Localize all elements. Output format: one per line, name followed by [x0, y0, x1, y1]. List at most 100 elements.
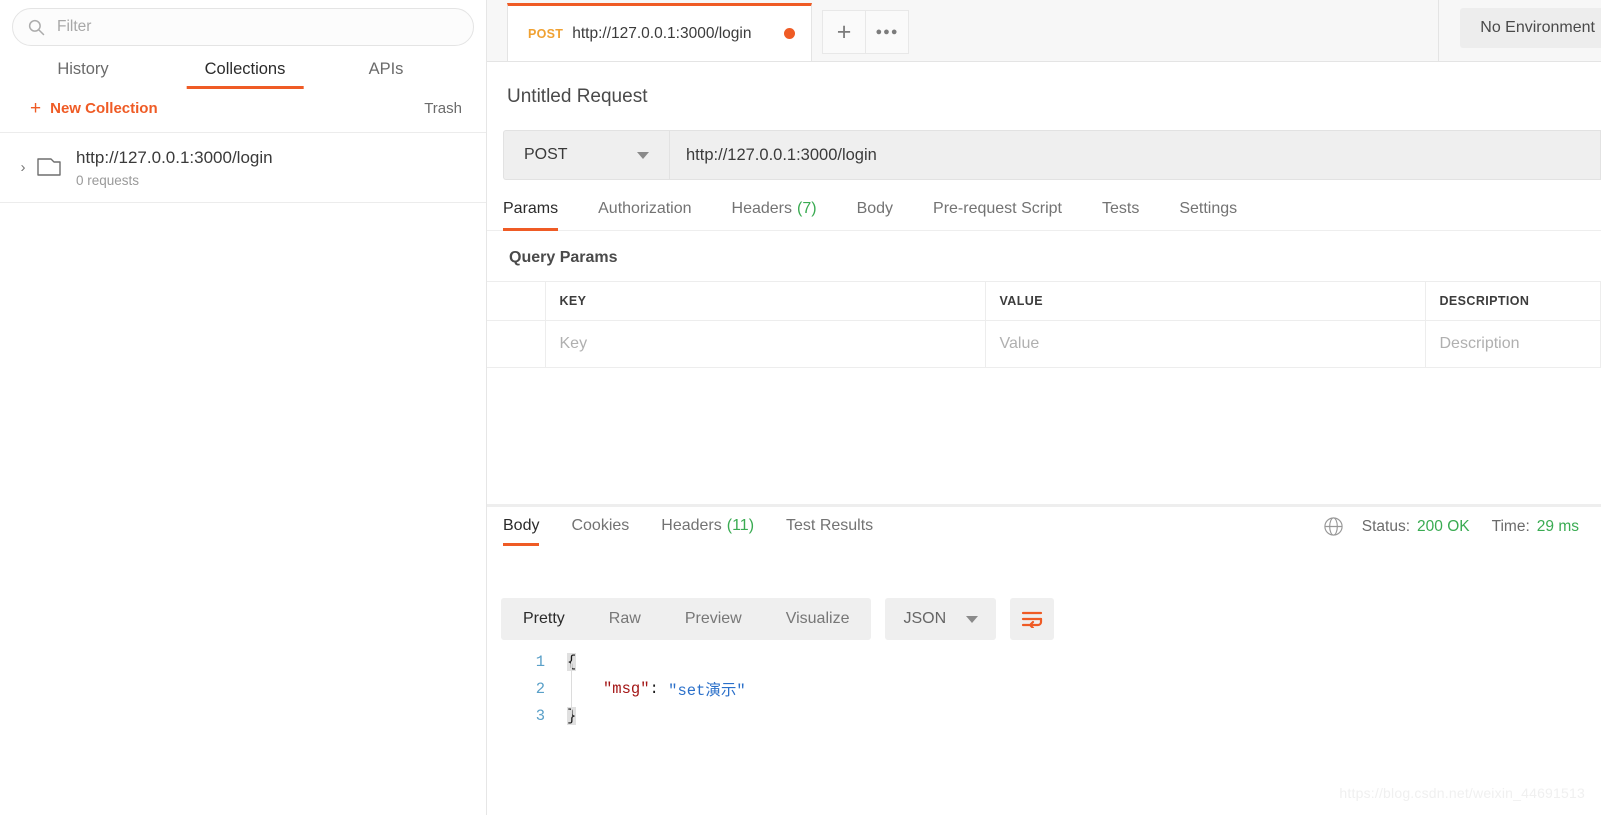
- line-number: 2: [535, 679, 545, 698]
- folder-icon: [37, 158, 61, 177]
- collection-request-count: 0 requests: [76, 172, 140, 188]
- response-format-value: JSON: [903, 610, 947, 627]
- watermark: https://blog.csdn.net/weixin_44691513: [1339, 785, 1585, 801]
- response-tab-test-results[interactable]: Test Results: [786, 517, 873, 546]
- tab-body[interactable]: Body: [857, 200, 893, 230]
- response-divider[interactable]: [487, 504, 1601, 507]
- query-params-table: KEY VALUE DESCRIPTION Key Value Descript…: [487, 281, 1601, 368]
- response-tabs: Body Cookies Headers (11) Test Results: [487, 517, 905, 546]
- response-format-select[interactable]: JSON: [885, 598, 997, 640]
- main-panel: POST http://127.0.0.1:3000/login + ●●● N…: [487, 0, 1601, 815]
- response-tab-body-label: Body: [503, 517, 540, 534]
- time-value: 29 ms: [1536, 517, 1579, 535]
- sidebar-tab-collections[interactable]: Collections: [164, 60, 326, 89]
- unsaved-changes-dot: [784, 28, 795, 39]
- request-section-tabs: Params Authorization Headers (7) Body Pre…: [487, 200, 1601, 231]
- table-header-value: VALUE: [985, 281, 1426, 321]
- tab-pre-request-script[interactable]: Pre-request Script: [933, 200, 1062, 230]
- tab-settings[interactable]: Settings: [1179, 200, 1237, 230]
- tab-pre-request-script-label: Pre-request Script: [933, 200, 1062, 217]
- search-icon: [28, 19, 45, 36]
- new-tab-button[interactable]: +: [822, 10, 866, 54]
- trash-button[interactable]: Trash: [424, 100, 462, 117]
- postman-app: History Collections APIs + New Collectio…: [0, 0, 1601, 815]
- word-wrap-icon: [1022, 611, 1043, 628]
- collection-text: http://127.0.0.1:3000/login 0 requests: [76, 147, 273, 188]
- tab-settings-label: Settings: [1179, 200, 1238, 217]
- response-tab-cookies[interactable]: Cookies: [571, 517, 629, 546]
- line-number: 3: [535, 706, 545, 725]
- globe-icon[interactable]: [1323, 516, 1344, 537]
- request-title: Untitled Request: [507, 86, 648, 107]
- view-mode-raw[interactable]: Raw: [587, 598, 663, 640]
- sidebar-tabs: History Collections APIs: [0, 60, 486, 89]
- query-params-body: Key Value Description: [487, 320, 1601, 368]
- tab-tests[interactable]: Tests: [1102, 200, 1139, 230]
- time-label: Time:: [1491, 517, 1530, 535]
- plus-icon: +: [30, 98, 42, 119]
- sidebar-tab-apis-label: APIs: [368, 60, 404, 78]
- tab-params[interactable]: Params: [503, 200, 559, 231]
- line-number: 1: [535, 652, 545, 671]
- response-meta: Status: 200 OK Time: 29 ms: [1323, 516, 1601, 537]
- ellipsis-icon: ●●●: [875, 26, 899, 38]
- response-body-toolbar: Pretty Raw Preview Visualize JSON: [487, 598, 1055, 640]
- row-value-cell[interactable]: Value: [985, 320, 1426, 368]
- row-description-cell[interactable]: Description: [1425, 320, 1601, 368]
- response-body-code[interactable]: 1 { 2 "msg" : "set演示" 3 }: [487, 648, 1601, 729]
- table-header-description: DESCRIPTION: [1425, 281, 1601, 321]
- tab-authorization-label: Authorization: [598, 200, 692, 217]
- tab-options-button[interactable]: ●●●: [865, 10, 909, 54]
- request-tab-url: http://127.0.0.1:3000/login: [572, 24, 752, 42]
- tab-headers-label: Headers: [731, 200, 792, 217]
- code-token-colon: :: [649, 679, 659, 698]
- environment-selector[interactable]: No Environment: [1460, 8, 1601, 48]
- response-tab-body[interactable]: Body: [503, 517, 540, 546]
- response-tab-headers-label: Headers: [661, 517, 722, 534]
- view-mode-preview-label: Preview: [684, 610, 742, 627]
- method-select[interactable]: POST: [503, 130, 669, 180]
- url-input[interactable]: [686, 145, 1584, 165]
- tab-headers[interactable]: Headers (7): [732, 200, 817, 230]
- sidebar-tab-apis[interactable]: APIs: [326, 60, 446, 89]
- row-checkbox-cell[interactable]: [487, 320, 546, 368]
- view-mode-raw-label: Raw: [608, 610, 641, 627]
- plus-icon: +: [836, 17, 852, 46]
- sidebar-tab-history[interactable]: History: [2, 60, 164, 89]
- response-tab-headers[interactable]: Headers (11): [661, 517, 754, 546]
- request-tab-bar: POST http://127.0.0.1:3000/login + ●●● N…: [487, 0, 1601, 62]
- tab-params-label: Params: [503, 200, 559, 217]
- new-collection-label: New Collection: [50, 100, 158, 117]
- tab-authorization[interactable]: Authorization: [598, 200, 691, 230]
- chevron-right-icon[interactable]: ›: [10, 159, 36, 176]
- code-line: 3 }: [505, 702, 1601, 729]
- response-tab-headers-count: (11): [726, 517, 755, 534]
- new-collection-button[interactable]: + New Collection: [30, 99, 158, 118]
- view-mode-pretty[interactable]: Pretty: [501, 598, 587, 640]
- view-mode-visualize[interactable]: Visualize: [764, 598, 872, 640]
- chevron-down-icon: [637, 151, 649, 159]
- collection-list-item[interactable]: › http://127.0.0.1:3000/login 0 requests: [0, 133, 486, 203]
- response-view-mode-group: Pretty Raw Preview Visualize: [501, 598, 872, 640]
- collection-name: http://127.0.0.1:3000/login: [76, 148, 273, 167]
- table-row[interactable]: Key Value Description: [487, 320, 1601, 368]
- status-value: 200 OK: [1417, 517, 1470, 535]
- word-wrap-button[interactable]: [1010, 598, 1055, 640]
- search-input[interactable]: [57, 18, 459, 36]
- tab-headers-count: (7): [797, 200, 817, 217]
- table-header-checkbox: [487, 281, 546, 321]
- sidebar: History Collections APIs + New Collectio…: [0, 0, 487, 815]
- table-header-row: KEY VALUE DESCRIPTION: [487, 281, 1601, 321]
- filter-box[interactable]: [12, 8, 474, 46]
- toolbar-divider: [1438, 0, 1439, 62]
- view-mode-preview[interactable]: Preview: [663, 598, 764, 640]
- code-line: 2 "msg" : "set演示": [505, 675, 1601, 702]
- url-input-wrapper[interactable]: [669, 130, 1601, 180]
- table-header-key: KEY: [545, 281, 986, 321]
- row-key-cell[interactable]: Key: [545, 320, 986, 368]
- sidebar-tab-collections-label: Collections: [204, 60, 286, 78]
- request-tab-active[interactable]: POST http://127.0.0.1:3000/login: [507, 3, 812, 61]
- indent-guide: [571, 662, 572, 716]
- tab-body-label: Body: [856, 200, 894, 217]
- sidebar-tab-history-label: History: [57, 60, 109, 78]
